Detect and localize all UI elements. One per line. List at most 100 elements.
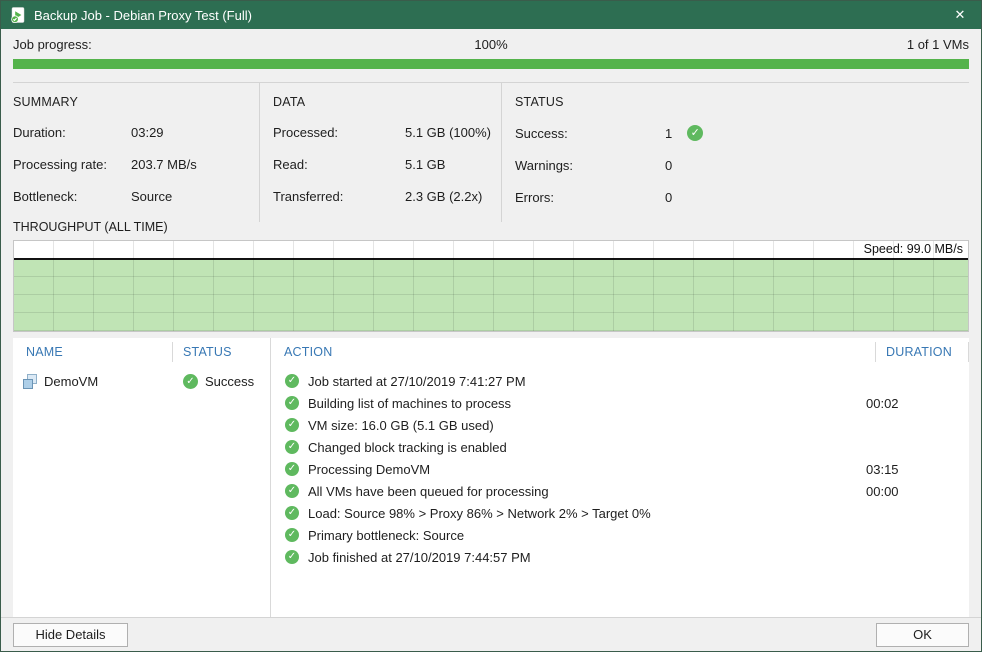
warnings-label: Warnings: <box>515 158 665 173</box>
success-check-icon: ✓ <box>285 418 299 432</box>
ok-button[interactable]: OK <box>876 623 969 647</box>
success-check-icon: ✓ <box>285 484 299 498</box>
action-log-row[interactable]: ✓ Job finished at 27/10/2019 7:44:57 PM <box>271 546 969 568</box>
action-text: Primary bottleneck: Source <box>308 528 866 543</box>
success-check-icon: ✓ <box>183 374 198 389</box>
action-duration: 00:00 <box>866 484 969 499</box>
throughput-area-fill <box>14 260 968 331</box>
success-value: 1 <box>665 126 672 141</box>
data-read-row: Read: 5.1 GB <box>273 157 501 172</box>
throughput-title: THROUGHPUT (ALL TIME) <box>1 216 981 240</box>
action-log-header: ACTION DURATION <box>271 338 969 366</box>
vm-name-text: DemoVM <box>44 374 98 389</box>
action-column-header[interactable]: ACTION <box>271 342 876 362</box>
backup-job-dialog: Backup Job - Debian Proxy Test (Full) ✕ … <box>0 0 982 652</box>
vm-list-header: NAME STATUS <box>13 338 270 366</box>
summary-bottleneck-row: Bottleneck: Source <box>13 189 259 204</box>
status-title: STATUS <box>515 95 981 109</box>
action-text: Changed block tracking is enabled <box>308 440 866 455</box>
bottleneck-label: Bottleneck: <box>13 189 131 204</box>
success-check-icon: ✓ <box>285 462 299 476</box>
warnings-value: 0 <box>665 158 672 173</box>
success-check-icon: ✓ <box>285 506 299 520</box>
summary-duration-row: Duration: 03:29 <box>13 125 259 140</box>
processing-rate-label: Processing rate: <box>13 157 131 172</box>
vm-name-cell: DemoVM <box>13 373 173 389</box>
success-check-icon: ✓ <box>687 125 703 141</box>
action-text: Load: Source 98% > Proxy 86% > Network 2… <box>308 506 866 521</box>
status-errors-row: Errors: 0 <box>515 190 981 205</box>
duration-column-header[interactable]: DURATION <box>876 342 969 362</box>
hide-details-button[interactable]: Hide Details <box>13 623 128 647</box>
throughput-chart: Speed: 99.0 MB/s <box>13 240 969 332</box>
action-text: Building list of machines to process <box>308 396 866 411</box>
data-processed-row: Processed: 5.1 GB (100%) <box>273 125 501 140</box>
action-text: All VMs have been queued for processing <box>308 484 866 499</box>
errors-value: 0 <box>665 190 672 205</box>
speed-label: Speed: 99.0 MB/s <box>864 242 963 256</box>
vm-row[interactable]: DemoVM ✓ Success <box>13 370 270 392</box>
progress-percent: 100% <box>474 37 507 52</box>
processed-label: Processed: <box>273 125 405 140</box>
status-column-header[interactable]: STATUS <box>173 342 270 362</box>
stats-section: SUMMARY Duration: 03:29 Processing rate:… <box>1 83 981 216</box>
throughput-line <box>14 258 968 260</box>
summary-panel: SUMMARY Duration: 03:29 Processing rate:… <box>1 83 259 222</box>
read-label: Read: <box>273 157 405 172</box>
data-title: DATA <box>273 95 501 109</box>
progress-bar-fill <box>13 59 969 69</box>
action-log-row[interactable]: ✓ Changed block tracking is enabled <box>271 436 969 458</box>
success-label: Success: <box>515 126 665 141</box>
vm-icon <box>22 373 38 389</box>
window-title: Backup Job - Debian Proxy Test (Full) <box>34 8 939 23</box>
action-log-row[interactable]: ✓ Building list of machines to process 0… <box>271 392 969 414</box>
success-check-icon: ✓ <box>285 528 299 542</box>
bottleneck-value: Source <box>131 189 172 204</box>
vm-count: 1 of 1 VMs <box>508 37 969 52</box>
action-log-row[interactable]: ✓ All VMs have been queued for processin… <box>271 480 969 502</box>
duration-value: 03:29 <box>131 125 164 140</box>
duration-label: Duration: <box>13 125 131 140</box>
status-warnings-row: Warnings: 0 <box>515 158 981 173</box>
footer-bar: Hide Details OK <box>1 617 981 651</box>
status-success-row: Success: 1 ✓ <box>515 125 981 141</box>
vm-status-text: Success <box>205 374 254 389</box>
transferred-value: 2.3 GB (2.2x) <box>405 189 482 204</box>
success-check-icon: ✓ <box>285 396 299 410</box>
action-log-row[interactable]: ✓ Job started at 27/10/2019 7:41:27 PM <box>271 370 969 392</box>
action-log-row[interactable]: ✓ Load: Source 98% > Proxy 86% > Network… <box>271 502 969 524</box>
vm-list-pane: NAME STATUS DemoVM ✓ Success <box>13 338 271 617</box>
progress-bar <box>13 59 969 69</box>
action-text: VM size: 16.0 GB (5.1 GB used) <box>308 418 866 433</box>
name-column-header[interactable]: NAME <box>13 342 173 362</box>
job-progress-label: Job progress: <box>13 37 474 52</box>
vm-status-cell: ✓ Success <box>173 374 270 389</box>
read-value: 5.1 GB <box>405 157 445 172</box>
action-log-row[interactable]: ✓ VM size: 16.0 GB (5.1 GB used) <box>271 414 969 436</box>
action-log-rows: ✓ Job started at 27/10/2019 7:41:27 PM ✓… <box>271 366 969 568</box>
details-panel: NAME STATUS DemoVM ✓ Success <box>13 338 969 617</box>
action-log-row[interactable]: ✓ Processing DemoVM 03:15 <box>271 458 969 480</box>
success-check-icon: ✓ <box>285 440 299 454</box>
status-panel: STATUS Success: 1 ✓ Warnings: 0 Errors: … <box>501 83 981 222</box>
progress-section: Job progress: 100% 1 of 1 VMs <box>1 29 981 82</box>
action-duration: 03:15 <box>866 462 969 477</box>
action-log-row[interactable]: ✓ Primary bottleneck: Source <box>271 524 969 546</box>
success-check-icon: ✓ <box>285 374 299 388</box>
success-check-icon: ✓ <box>285 550 299 564</box>
errors-label: Errors: <box>515 190 665 205</box>
action-text: Job started at 27/10/2019 7:41:27 PM <box>308 374 866 389</box>
close-icon[interactable]: ✕ <box>939 1 981 29</box>
backup-job-icon <box>9 6 27 24</box>
action-log-pane: ACTION DURATION ✓ Job started at 27/10/2… <box>271 338 969 617</box>
summary-title: SUMMARY <box>13 95 259 109</box>
action-duration: 00:02 <box>866 396 969 411</box>
processed-value: 5.1 GB (100%) <box>405 125 491 140</box>
transferred-label: Transferred: <box>273 189 405 204</box>
data-panel: DATA Processed: 5.1 GB (100%) Read: 5.1 … <box>259 83 501 222</box>
titlebar[interactable]: Backup Job - Debian Proxy Test (Full) ✕ <box>1 1 981 29</box>
processing-rate-value: 203.7 MB/s <box>131 157 197 172</box>
action-text: Job finished at 27/10/2019 7:44:57 PM <box>308 550 866 565</box>
data-transferred-row: Transferred: 2.3 GB (2.2x) <box>273 189 501 204</box>
summary-rate-row: Processing rate: 203.7 MB/s <box>13 157 259 172</box>
